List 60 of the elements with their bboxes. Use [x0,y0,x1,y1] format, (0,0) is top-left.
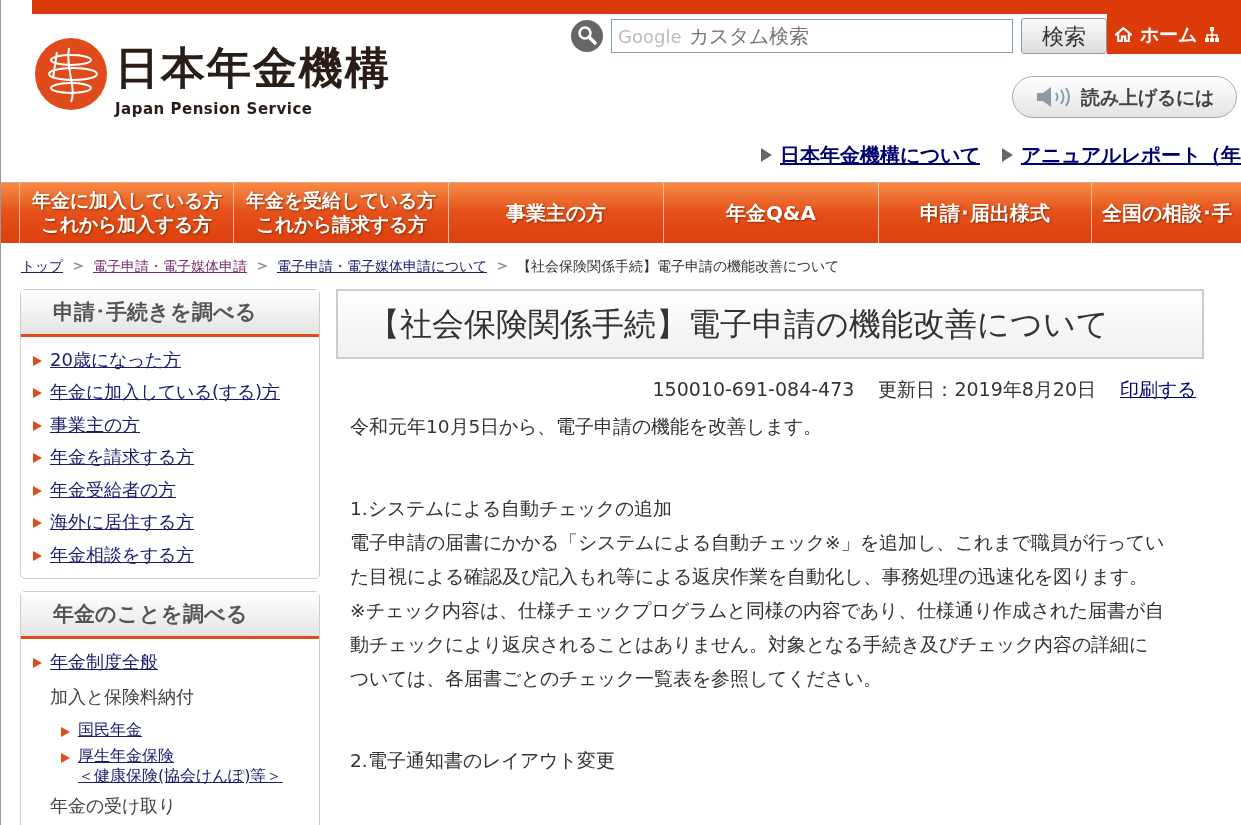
home-icon[interactable] [1115,25,1132,43]
updated-date: 更新日：2019年8月20日 [878,377,1096,403]
separator-icon [497,262,507,270]
nav-tab[interactable]: 年金を受給している方 これから請求する方 [233,183,448,243]
sidebar-label: 加入と保険料納付 [50,685,194,709]
sidebar-link[interactable]: 年金制度全般 [50,650,158,673]
triangle-icon [33,657,42,668]
triangle-icon [33,388,42,398]
header-link[interactable]: 日本年金機構について [780,140,980,170]
sidebar-link[interactable]: 事業主の方 [50,413,140,436]
sidebar-link[interactable]: 年金受給者の方 [50,478,176,501]
triangle-icon [33,550,42,561]
body-text: ※チェック内容は、仕様チェックプログラムと同様の内容であり、仕様通り作成された届書が自動チェックにより返戻されることはありません。対象となる手続き及びチェック内容の詳細については、各届書ごとのチェック一覧表を参照してください。 [350,598,1164,691]
body-text: 2.電子通知書のレイアウト変更 [350,748,616,773]
nav-tab[interactable]: 年金に加入している方 これから加入する方 [19,183,233,243]
triangle-icon [33,355,42,366]
breadcrumb-current: 【社会保険関係手続】電子申請の機能改善について [517,256,839,276]
triangle-icon [33,453,42,463]
sidebar-link[interactable]: 年金を請求する方 [50,446,194,469]
logo-icon [35,38,107,110]
sidebar-link[interactable]: 20歳になった方 [50,348,181,371]
triangle-icon [33,518,42,528]
logo-title[interactable]: 日本年金機構 [115,46,391,90]
nav-tab[interactable]: 事業主の方 [448,183,663,243]
search-brand-hint: Google [618,24,682,49]
search-button[interactable]: 検索 [1021,18,1107,54]
breadcrumb-link[interactable]: 電子申請・電子媒体申請について [277,255,487,277]
body-text: 令和元年10月5日から、電子申請の機能を改善します。 [350,414,824,439]
separator-icon [257,262,267,270]
header-link[interactable]: アニュアルレポート（年 [1021,140,1241,170]
nav-tab[interactable]: 全国の相談･手 [1091,183,1241,243]
panel-heading: 申請･手続きを調べる [21,290,319,337]
separator-icon [73,262,83,270]
body-text: 1.システムによる自動チェックの追加 [350,496,673,521]
speaker-icon [1035,86,1073,108]
nav-tab[interactable]: 申請･届出様式 [878,183,1091,243]
sidebar-link[interactable]: 厚生年金保険 ＜健康保険(協会けんぽ)等＞ [78,746,283,786]
logo-subtitle: Japan Pension Service [115,99,314,120]
sidebar-link[interactable]: 海外に居住する方 [50,511,194,534]
triangle-icon [33,420,42,431]
panel-heading: 年金のことを調べる [21,592,319,639]
sitemap-icon[interactable] [1205,26,1219,42]
nav-tab[interactable]: 年金Q&A [663,183,878,243]
sidebar-link[interactable]: 年金相談をする方 [50,543,194,566]
search-icon [571,20,603,52]
sidebar-link[interactable]: 年金に加入している(する)方 [50,381,281,404]
triangle-icon [61,753,70,763]
body-text: 電子申請の届書にかかる「システムによる自動チェック※」を追加し、これまで職員が行っていた目視による確認及び記入もれ等による返戻作業を自動化し、事務処理の迅速化を図ります。 [350,530,1164,589]
print-link[interactable]: 印刷する [1120,375,1196,404]
breadcrumb-link[interactable]: 電子申請・電子媒体申請 [93,255,247,277]
page-title: 【社会保険関係手続】電子申請の機能改善について [336,289,1204,360]
read-aloud-button[interactable]: 読み上げるには [1012,76,1237,118]
sidebar-label: 年金の受け取り [50,794,176,818]
triangle-icon [61,727,70,737]
triangle-icon [761,148,772,162]
breadcrumb-link[interactable]: トップ [21,255,63,277]
page-id: 150010-691-084-473 [652,377,855,403]
sidebar-link[interactable]: 国民年金 [78,720,142,740]
triangle-icon [33,485,42,496]
triangle-icon [1002,148,1013,162]
